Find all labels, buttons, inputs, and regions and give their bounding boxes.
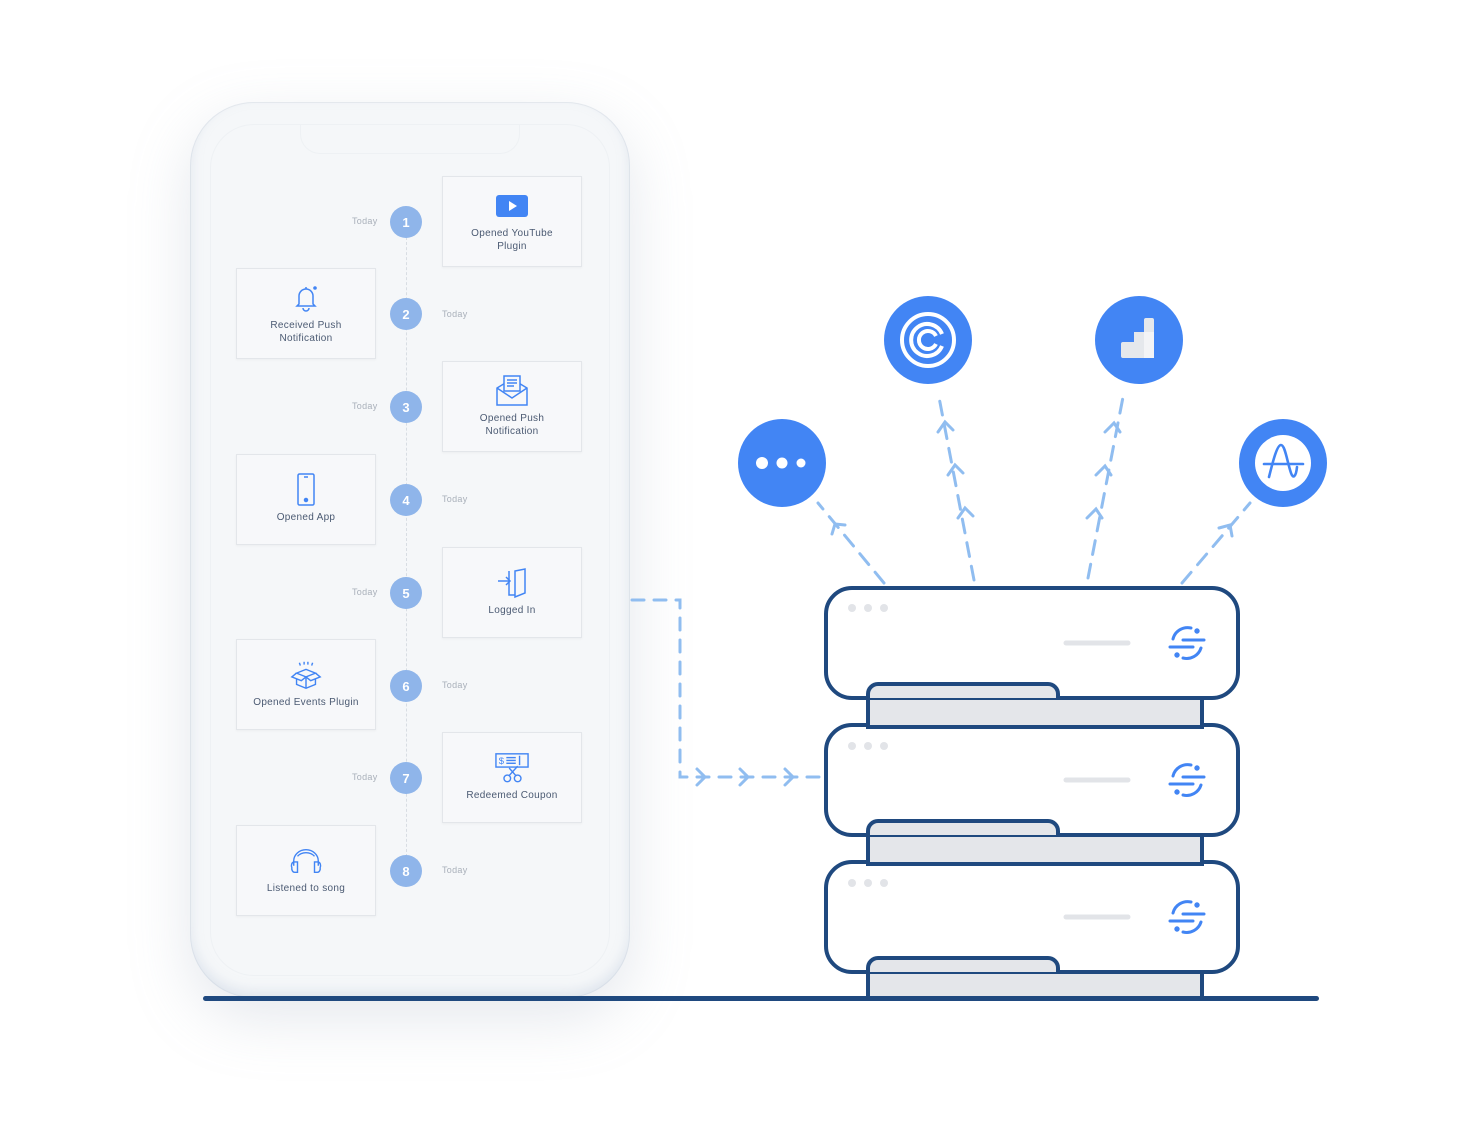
integration-more[interactable] — [738, 419, 826, 507]
connectors-and-servers — [630, 390, 1252, 1000]
integration-swirl[interactable] — [884, 296, 972, 384]
server-to-integration-arrows — [816, 390, 1252, 585]
analytics-bars-icon — [1121, 318, 1154, 358]
ellipsis-icon — [756, 457, 806, 469]
phone-to-server-arrow — [630, 598, 824, 787]
server-chassis — [824, 586, 1240, 700]
integration-analytics[interactable] — [1095, 296, 1183, 384]
swirl-logo-icon — [900, 312, 956, 368]
integration-amplitude[interactable] — [1239, 419, 1327, 507]
amplitude-logo-icon — [1255, 435, 1311, 491]
server-chassis — [824, 723, 1240, 837]
server-chassis — [824, 860, 1240, 974]
